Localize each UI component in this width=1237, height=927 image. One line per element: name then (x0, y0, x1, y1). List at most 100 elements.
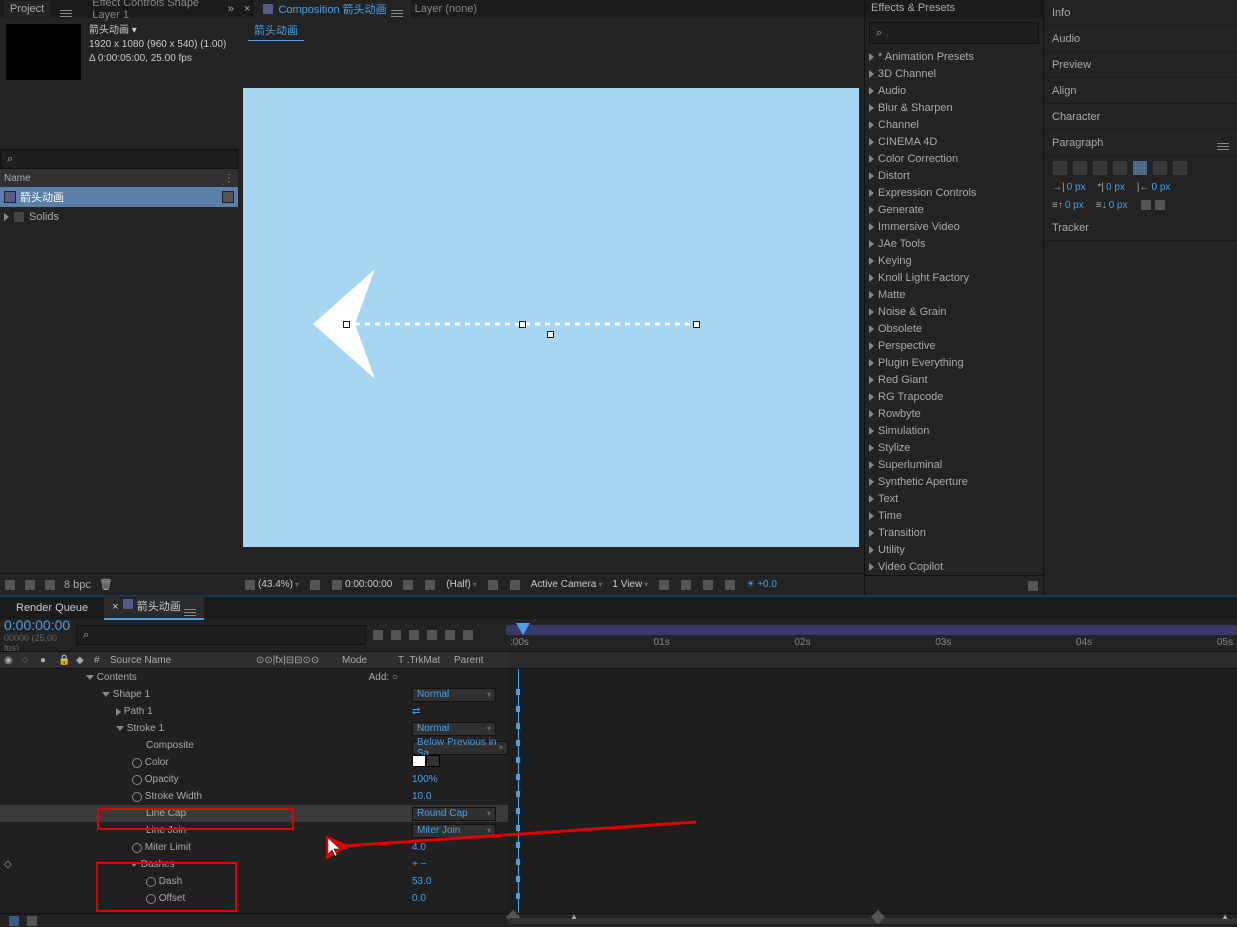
interpret-icon[interactable] (4, 579, 16, 591)
effect-category[interactable]: Rowbyte (865, 405, 1043, 422)
toggle-modes-icon[interactable] (26, 915, 38, 927)
panel-paragraph[interactable]: Paragraph (1044, 130, 1237, 156)
effect-category[interactable]: Expression Controls (865, 184, 1043, 201)
timeline-tracks[interactable] (508, 669, 1237, 913)
shy-icon[interactable] (390, 629, 402, 641)
justify-last-left-icon[interactable] (1112, 160, 1128, 176)
tabs-overflow[interactable]: » (228, 3, 234, 15)
miter-limit-value[interactable]: 4.0 (412, 842, 508, 853)
tab-menu[interactable] (391, 2, 403, 17)
effect-category[interactable]: CINEMA 4D (865, 133, 1043, 150)
views-dd[interactable]: 1 View (612, 579, 642, 590)
opacity-value[interactable]: 100 (412, 774, 429, 785)
effects-search[interactable]: ⌕ (869, 22, 1039, 44)
bit-depth[interactable]: 8 bpc (64, 579, 91, 591)
effect-category[interactable]: Immersive Video (865, 218, 1043, 235)
indent-left[interactable]: →| 0 px (1052, 182, 1086, 193)
effect-category[interactable]: Knoll Light Factory (865, 269, 1043, 286)
row-composite[interactable]: CompositeBelow Previous in Sa▾ (0, 737, 508, 754)
viewer[interactable] (238, 42, 864, 573)
project-tab-menu[interactable] (60, 2, 72, 17)
layer-tab[interactable]: Layer (none) (415, 3, 477, 15)
rtl-icon[interactable] (1154, 199, 1166, 211)
draft-icon[interactable] (702, 579, 714, 591)
effect-category[interactable]: Synthetic Aperture (865, 473, 1043, 490)
row-dash[interactable]: Dash53.0 (0, 873, 508, 890)
col-source-name[interactable]: Source Name (110, 655, 171, 666)
indent-right[interactable]: |← 0 px (1137, 182, 1171, 193)
row-stroke-width[interactable]: Stroke Width10.0 (0, 788, 508, 805)
comp-tab[interactable]: Composition 箭头动画 (254, 0, 410, 19)
comp-title[interactable]: 箭头动画 ▾ (89, 24, 232, 38)
current-time[interactable]: 0:00:00:00 00000 (25.00 fps) (0, 617, 76, 653)
effect-category[interactable]: Audio (865, 82, 1043, 99)
eyedropper-icon[interactable] (426, 755, 440, 767)
stroke-width-value[interactable]: 10.0 (412, 791, 508, 802)
row-path1[interactable]: Path 1⇄ (0, 703, 508, 720)
effect-category[interactable]: Distort (865, 167, 1043, 184)
vertex-handle[interactable] (547, 331, 554, 338)
new-folder-icon[interactable] (24, 579, 36, 591)
justify-all-icon[interactable] (1172, 160, 1188, 176)
effect-category[interactable]: 3D Channel (865, 65, 1043, 82)
col-parent[interactable]: Parent (454, 655, 504, 666)
row-dashes[interactable]: ◇ Dashes+ − (0, 856, 508, 873)
flowchart-icon[interactable] (222, 191, 234, 203)
arrow-shape[interactable] (313, 264, 713, 387)
offset-value[interactable]: 0.0 (412, 893, 508, 904)
brain-icon[interactable] (462, 629, 474, 641)
effect-category[interactable]: Video Copilot (865, 558, 1043, 575)
composite-dd[interactable]: Below Previous in Sa▾ (412, 741, 508, 755)
exposure[interactable]: +0.0 (757, 579, 777, 590)
row-offset[interactable]: Offset0.0 (0, 890, 508, 907)
magnify-icon[interactable] (244, 579, 256, 591)
line-cap-dd[interactable]: Round Cap▾ (412, 807, 496, 821)
resolution-icon[interactable] (309, 579, 321, 591)
camera-dd[interactable]: Active Camera (531, 579, 597, 590)
blend-mode-dd[interactable]: Normal▾ (412, 722, 496, 736)
render-queue-tab[interactable]: Render Queue (8, 600, 96, 616)
transparency-icon[interactable] (509, 579, 521, 591)
justify-last-center-icon[interactable] (1132, 160, 1148, 176)
new-bin-icon[interactable] (1027, 580, 1039, 592)
stopwatch-icon[interactable] (132, 792, 142, 802)
col-mode[interactable]: Mode (342, 655, 392, 666)
effect-category[interactable]: Perspective (865, 337, 1043, 354)
comp-mini-icon[interactable] (372, 629, 384, 641)
panel-audio[interactable]: Audio (1044, 26, 1237, 52)
space-before[interactable]: ≡↑ 0 px (1052, 199, 1084, 211)
effect-category[interactable]: Simulation (865, 422, 1043, 439)
effect-category[interactable]: Transition (865, 524, 1043, 541)
timeline-comp-tab[interactable]: × 箭头动画 (104, 596, 204, 620)
effect-category[interactable]: Red Giant (865, 371, 1043, 388)
row-color[interactable]: Color (0, 754, 508, 771)
share-icon[interactable] (680, 579, 692, 591)
line-join-dd[interactable]: Miter Join▾ (412, 824, 496, 838)
dash-value[interactable]: 53.0 (412, 876, 508, 887)
row-line-cap[interactable]: Line CapRound Cap▾ (0, 805, 508, 822)
blend-mode-dd[interactable]: Normal▾ (412, 688, 496, 702)
remove-dash-icon[interactable]: − (421, 859, 427, 870)
vertex-handle[interactable] (343, 321, 350, 328)
eye-icon[interactable]: ◉ (4, 655, 16, 666)
stopwatch-icon[interactable] (146, 894, 156, 904)
panel-tracker[interactable]: Tracker (1044, 215, 1237, 241)
space-after[interactable]: ≡↓ 0 px (1096, 199, 1128, 211)
panel-info[interactable]: Info (1044, 0, 1237, 26)
3d-icon[interactable] (658, 579, 670, 591)
stopwatch-icon[interactable] (132, 843, 142, 853)
project-item-folder[interactable]: Solids (0, 207, 238, 227)
stopwatch-icon[interactable] (132, 775, 142, 785)
lock-icon[interactable]: 🔒 (58, 655, 70, 666)
toggle-switches-icon[interactable] (8, 915, 20, 927)
align-left-icon[interactable] (1052, 160, 1068, 176)
panel-menu[interactable] (1217, 135, 1229, 150)
channel-icon[interactable] (424, 579, 436, 591)
effect-category[interactable]: Text (865, 490, 1043, 507)
project-header[interactable]: Name ⋮ (0, 169, 238, 187)
effect-category[interactable]: Plugin Everything (865, 354, 1043, 371)
add-dash-icon[interactable]: + (412, 859, 418, 870)
project-item-comp[interactable]: 箭头动画 (0, 187, 238, 207)
effect-category[interactable]: Matte (865, 286, 1043, 303)
motion-blur-icon[interactable] (426, 629, 438, 641)
